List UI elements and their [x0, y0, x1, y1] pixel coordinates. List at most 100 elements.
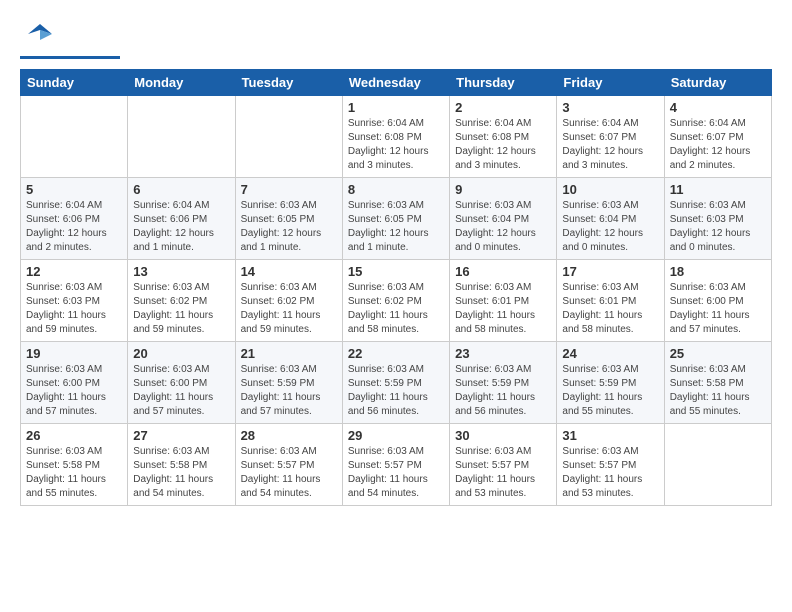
day-info: Sunrise: 6:03 AM Sunset: 6:01 PM Dayligh… — [562, 281, 658, 337]
page-header — [20, 20, 772, 59]
calendar-cell: 19 Sunrise: 6:03 AM Sunset: 6:00 PM Dayli… — [21, 342, 128, 424]
day-info: Sunrise: 6:03 AM Sunset: 6:00 PM Dayligh… — [26, 363, 122, 419]
calendar-cell: 20Sunrise: 6:03 AM Sunset: 6:00 PM Dayli… — [128, 342, 235, 424]
day-number: 10 — [562, 182, 658, 197]
day-of-week-header: SundayMondayTuesdayWednesdayThursdayFrid… — [21, 70, 772, 96]
calendar-week-2: 5 Sunrise: 6:04 AM Sunset: 6:06 PM Daylig… — [21, 178, 772, 260]
calendar-cell: 8 Sunrise: 6:03 AM Sunset: 6:05 PM Daylig… — [342, 178, 449, 260]
day-number: 11 — [670, 182, 766, 197]
day-info: Sunrise: 6:03 AM Sunset: 6:00 PM Dayligh… — [133, 363, 229, 419]
day-number: 5 — [26, 182, 122, 197]
calendar-cell: 27 Sunrise: 6:03 AM Sunset: 5:58 PM Dayli… — [128, 424, 235, 506]
calendar-cell: 7Sunrise: 6:03 AM Sunset: 6:05 PM Daylig… — [235, 178, 342, 260]
calendar-cell: 15Sunrise: 6:03 AM Sunset: 6:02 PM Dayli… — [342, 260, 449, 342]
day-info: Sunrise: 6:04 AM Sunset: 6:08 PM Dayligh… — [348, 117, 444, 173]
day-info: Sunrise: 6:03 AM Sunset: 5:58 PM Dayligh… — [133, 445, 229, 501]
day-info: Sunrise: 6:03 AM Sunset: 6:04 PM Dayligh… — [455, 199, 551, 255]
day-info: Sunrise: 6:03 AM Sunset: 5:59 PM Dayligh… — [348, 363, 444, 419]
day-number: 6 — [133, 182, 229, 197]
calendar-cell — [235, 96, 342, 178]
day-info: Sunrise: 6:03 AM Sunset: 5:58 PM Dayligh… — [26, 445, 122, 501]
calendar-table: SundayMondayTuesdayWednesdayThursdayFrid… — [20, 69, 772, 506]
day-number: 13 — [133, 264, 229, 279]
calendar-cell: 31 Sunrise: 6:03 AM Sunset: 5:57 PM Dayli… — [557, 424, 664, 506]
day-info: Sunrise: 6:03 AM Sunset: 5:57 PM Dayligh… — [455, 445, 551, 501]
calendar-cell: 13 Sunrise: 6:03 AM Sunset: 6:02 PM Dayli… — [128, 260, 235, 342]
day-number: 27 — [133, 428, 229, 443]
day-number: 18 — [670, 264, 766, 279]
calendar-cell: 21Sunrise: 6:03 AM Sunset: 5:59 PM Dayli… — [235, 342, 342, 424]
calendar-week-5: 26 Sunrise: 6:03 AM Sunset: 5:58 PM Dayli… — [21, 424, 772, 506]
calendar-cell: 6 Sunrise: 6:04 AM Sunset: 6:06 PM Daylig… — [128, 178, 235, 260]
calendar-cell: 1 Sunrise: 6:04 AM Sunset: 6:08 PM Daylig… — [342, 96, 449, 178]
day-number: 4 — [670, 100, 766, 115]
day-info: Sunrise: 6:03 AM Sunset: 6:02 PM Dayligh… — [348, 281, 444, 337]
calendar-cell: 17 Sunrise: 6:03 AM Sunset: 6:01 PM Dayli… — [557, 260, 664, 342]
day-info: Sunrise: 6:03 AM Sunset: 6:03 PM Dayligh… — [26, 281, 122, 337]
day-number: 14 — [241, 264, 337, 279]
day-number: 25 — [670, 346, 766, 361]
day-number: 2 — [455, 100, 551, 115]
day-info: Sunrise: 6:03 AM Sunset: 6:02 PM Dayligh… — [133, 281, 229, 337]
day-info: Sunrise: 6:03 AM Sunset: 5:59 PM Dayligh… — [562, 363, 658, 419]
day-number: 12 — [26, 264, 122, 279]
day-info: Sunrise: 6:03 AM Sunset: 6:01 PM Dayligh… — [455, 281, 551, 337]
dow-header-wednesday: Wednesday — [342, 70, 449, 96]
logo-bird-icon — [26, 20, 54, 53]
day-info: Sunrise: 6:03 AM Sunset: 6:05 PM Dayligh… — [348, 199, 444, 255]
day-info: Sunrise: 6:03 AM Sunset: 5:57 PM Dayligh… — [241, 445, 337, 501]
day-number: 31 — [562, 428, 658, 443]
calendar-cell: 16Sunrise: 6:03 AM Sunset: 6:01 PM Dayli… — [450, 260, 557, 342]
dow-header-sunday: Sunday — [21, 70, 128, 96]
calendar-cell: 9 Sunrise: 6:03 AM Sunset: 6:04 PM Daylig… — [450, 178, 557, 260]
day-number: 3 — [562, 100, 658, 115]
dow-header-friday: Friday — [557, 70, 664, 96]
day-info: Sunrise: 6:03 AM Sunset: 6:03 PM Dayligh… — [670, 199, 766, 255]
day-number: 8 — [348, 182, 444, 197]
calendar-cell: 22Sunrise: 6:03 AM Sunset: 5:59 PM Dayli… — [342, 342, 449, 424]
calendar-cell: 18Sunrise: 6:03 AM Sunset: 6:00 PM Dayli… — [664, 260, 771, 342]
calendar-cell: 24Sunrise: 6:03 AM Sunset: 5:59 PM Dayli… — [557, 342, 664, 424]
calendar-cell: 30 Sunrise: 6:03 AM Sunset: 5:57 PM Dayli… — [450, 424, 557, 506]
calendar-cell: 28 Sunrise: 6:03 AM Sunset: 5:57 PM Dayli… — [235, 424, 342, 506]
day-number: 26 — [26, 428, 122, 443]
day-number: 28 — [241, 428, 337, 443]
day-info: Sunrise: 6:03 AM Sunset: 6:02 PM Dayligh… — [241, 281, 337, 337]
day-number: 7 — [241, 182, 337, 197]
logo — [20, 20, 120, 59]
calendar-cell: 10 Sunrise: 6:03 AM Sunset: 6:04 PM Dayli… — [557, 178, 664, 260]
calendar-week-1: 1 Sunrise: 6:04 AM Sunset: 6:08 PM Daylig… — [21, 96, 772, 178]
day-info: Sunrise: 6:03 AM Sunset: 5:57 PM Dayligh… — [348, 445, 444, 501]
dow-header-tuesday: Tuesday — [235, 70, 342, 96]
calendar-cell: 4 Sunrise: 6:04 AM Sunset: 6:07 PM Daylig… — [664, 96, 771, 178]
calendar-cell: 29Sunrise: 6:03 AM Sunset: 5:57 PM Dayli… — [342, 424, 449, 506]
day-number: 30 — [455, 428, 551, 443]
calendar-cell: 25 Sunrise: 6:03 AM Sunset: 5:58 PM Dayli… — [664, 342, 771, 424]
calendar-cell: 5Sunrise: 6:04 AM Sunset: 6:06 PM Daylig… — [21, 178, 128, 260]
day-number: 9 — [455, 182, 551, 197]
day-info: Sunrise: 6:03 AM Sunset: 5:57 PM Dayligh… — [562, 445, 658, 501]
calendar-week-3: 12 Sunrise: 6:03 AM Sunset: 6:03 PM Dayli… — [21, 260, 772, 342]
calendar-cell: 12 Sunrise: 6:03 AM Sunset: 6:03 PM Dayli… — [21, 260, 128, 342]
day-info: Sunrise: 6:04 AM Sunset: 6:06 PM Dayligh… — [133, 199, 229, 255]
calendar-cell — [128, 96, 235, 178]
day-info: Sunrise: 6:04 AM Sunset: 6:07 PM Dayligh… — [562, 117, 658, 173]
dow-header-saturday: Saturday — [664, 70, 771, 96]
dow-header-monday: Monday — [128, 70, 235, 96]
calendar-cell: 14 Sunrise: 6:03 AM Sunset: 6:02 PM Dayli… — [235, 260, 342, 342]
calendar-cell — [21, 96, 128, 178]
calendar-cell: 2 Sunrise: 6:04 AM Sunset: 6:08 PM Daylig… — [450, 96, 557, 178]
day-info: Sunrise: 6:04 AM Sunset: 6:07 PM Dayligh… — [670, 117, 766, 173]
day-number: 1 — [348, 100, 444, 115]
dow-header-thursday: Thursday — [450, 70, 557, 96]
day-info: Sunrise: 6:03 AM Sunset: 6:04 PM Dayligh… — [562, 199, 658, 255]
calendar-cell: 11 Sunrise: 6:03 AM Sunset: 6:03 PM Dayli… — [664, 178, 771, 260]
day-info: Sunrise: 6:04 AM Sunset: 6:08 PM Dayligh… — [455, 117, 551, 173]
day-number: 23 — [455, 346, 551, 361]
calendar-cell: 3 Sunrise: 6:04 AM Sunset: 6:07 PM Daylig… — [557, 96, 664, 178]
day-number: 19 — [26, 346, 122, 361]
day-number: 17 — [562, 264, 658, 279]
calendar-cell: 23Sunrise: 6:03 AM Sunset: 5:59 PM Dayli… — [450, 342, 557, 424]
calendar-week-4: 19 Sunrise: 6:03 AM Sunset: 6:00 PM Dayli… — [21, 342, 772, 424]
day-info: Sunrise: 6:03 AM Sunset: 5:58 PM Dayligh… — [670, 363, 766, 419]
